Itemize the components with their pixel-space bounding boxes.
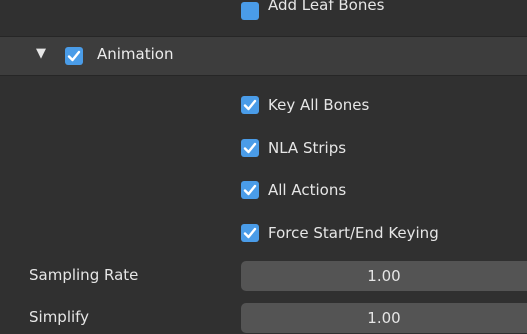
all-actions-option[interactable]: All Actions <box>241 179 346 201</box>
sampling-rate-value: 1.00 <box>367 267 401 285</box>
checkmark-icon <box>243 99 257 111</box>
simplify-value: 1.00 <box>367 309 401 327</box>
sampling-rate-label: Sampling Rate <box>29 266 139 284</box>
simplify-field[interactable]: 1.00 <box>241 303 527 333</box>
nla-strips-label: NLA Strips <box>268 139 347 157</box>
force-start-end-keying-label: Force Start/End Keying <box>268 224 439 242</box>
checkmark-icon <box>243 142 257 154</box>
add-leaf-bones-checkbox[interactable] <box>241 2 259 20</box>
checkmark-icon <box>67 50 81 62</box>
simplify-label: Simplify <box>29 308 90 326</box>
nla-strips-checkbox[interactable] <box>241 139 259 157</box>
all-actions-label: All Actions <box>268 181 347 199</box>
all-actions-checkbox[interactable] <box>241 181 259 199</box>
add-leaf-bones-row[interactable]: Add Leaf Bones <box>0 0 527 32</box>
key-all-bones-label: Key All Bones <box>268 96 370 114</box>
force-start-end-keying-option[interactable]: Force Start/End Keying <box>241 222 439 244</box>
add-leaf-bones-label: Add Leaf Bones <box>268 0 385 14</box>
animation-panel-title: Animation <box>97 45 174 63</box>
checkmark-icon <box>243 184 257 196</box>
export-settings-panel: Add Leaf Bones ▼ Animation Key All Bones… <box>0 0 527 334</box>
key-all-bones-option[interactable]: Key All Bones <box>241 94 369 116</box>
nla-strips-option[interactable]: NLA Strips <box>241 137 346 159</box>
sampling-rate-field[interactable]: 1.00 <box>241 261 527 291</box>
triangle-down-icon[interactable]: ▼ <box>36 46 46 61</box>
checkmark-icon <box>243 227 257 239</box>
animation-panel-header[interactable]: ▼ Animation <box>0 36 527 76</box>
animation-checkbox[interactable] <box>65 47 83 65</box>
key-all-bones-checkbox[interactable] <box>241 96 259 114</box>
force-start-end-keying-checkbox[interactable] <box>241 224 259 242</box>
